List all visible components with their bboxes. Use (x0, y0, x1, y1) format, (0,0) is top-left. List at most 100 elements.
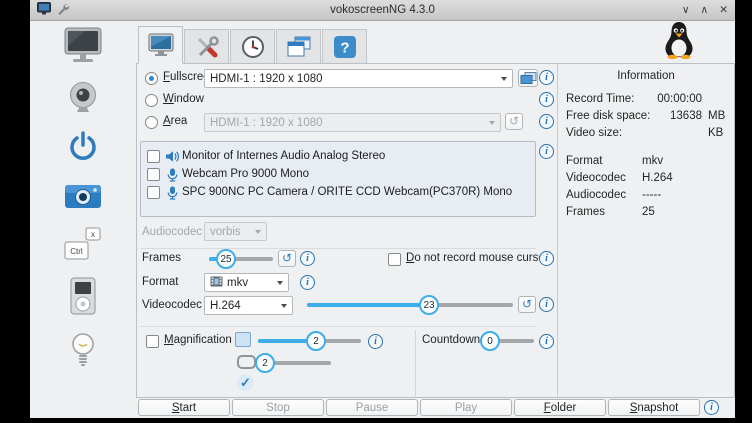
titlebar-icons (37, 2, 69, 18)
magnification-shape-value: 2 (262, 358, 268, 369)
mouse-cursor-checkbox[interactable] (388, 253, 401, 266)
minimize-button[interactable]: ∨ (682, 4, 690, 16)
info-frames-label: Frames (566, 206, 642, 218)
audio-info-icon[interactable]: i (539, 144, 554, 159)
chevron-down-icon (277, 281, 283, 285)
folder-button[interactable]: Folder (514, 399, 606, 416)
countdown-slider[interactable]: 0 (480, 331, 534, 351)
close-button[interactable]: ✕ (719, 4, 728, 16)
magnification-shape-handle[interactable]: 2 (255, 353, 275, 373)
audio-device-checkbox[interactable] (147, 186, 160, 199)
tab-timer[interactable] (230, 29, 275, 63)
tab-tools[interactable] (184, 29, 229, 63)
svg-text:Ctrl: Ctrl (70, 247, 83, 256)
info-videocodec-label: Videocodec (566, 172, 642, 184)
info-audiocodec-label: Audiocodec (566, 189, 642, 201)
chevron-down-icon (489, 121, 495, 125)
stop-button: Stop (232, 399, 324, 416)
microphone-icon (167, 186, 178, 203)
format-value: mkv (227, 277, 248, 289)
quality-reset-button[interactable]: ↺ (518, 296, 536, 313)
format-label: Format (142, 276, 178, 288)
area-info-icon[interactable]: i (539, 114, 554, 129)
fullscreen-value: HDMI-1 : 1920 x 1080 (210, 73, 323, 85)
format-select[interactable]: mkv (204, 273, 289, 292)
chevron-down-icon (281, 304, 287, 308)
svg-text:?: ? (340, 39, 349, 56)
audiocodec-value: vorbis (210, 226, 241, 238)
lightbulb-icon (68, 331, 98, 372)
tab-bar: ? (136, 21, 735, 63)
audio-device-label: Monitor of Internes Audio Analog Stereo (182, 150, 385, 162)
screen-tab-pane: Fullscreen HDMI-1 : 1920 x 1080 i Window… (136, 63, 735, 398)
quality-slider-handle[interactable]: 23 (419, 295, 439, 315)
audio-device-checkbox[interactable] (147, 150, 160, 163)
fullscreen-radio[interactable] (145, 72, 158, 85)
separator (140, 326, 536, 327)
wrench-icon (56, 2, 69, 18)
frames-slider[interactable]: 25 (209, 249, 273, 269)
svg-text:x: x (91, 230, 95, 239)
magnification-size-handle[interactable]: 2 (306, 331, 326, 351)
magnification-info-icon[interactable]: i (368, 334, 383, 349)
video-size-value (654, 127, 702, 139)
videocodec-select[interactable]: H.264 (204, 296, 293, 315)
frames-reset-button[interactable]: ↺ (278, 250, 296, 267)
video-size-label: Video size: (566, 127, 654, 139)
separator (140, 248, 536, 249)
info-format-label: Format (566, 155, 642, 167)
info-audiocodec-value: ----- (642, 189, 661, 201)
window-radio[interactable] (145, 94, 158, 107)
format-info-icon[interactable]: i (300, 275, 315, 290)
frames-slider-handle[interactable]: 25 (216, 249, 236, 269)
area-value: HDMI-1 : 1920 x 1080 (210, 117, 323, 129)
videocodec-value: H.264 (210, 300, 241, 312)
quality-slider[interactable]: 23 (307, 295, 513, 315)
sidebar-banner: x Ctrl (30, 21, 136, 418)
frames-info-icon[interactable]: i (300, 251, 315, 266)
audiocodec-select: vorbis (204, 222, 267, 241)
audio-device-label: SPC 900NC PC Camera / ORITE CCD Webcam(P… (182, 186, 512, 198)
magnification-shape-slider[interactable]: 2 (258, 353, 331, 373)
audiocodec-label: Audiocodec (142, 226, 202, 238)
magnification-checkbox[interactable] (146, 335, 159, 348)
area-reset-button: ↺ (505, 113, 523, 130)
titlebar: vokoscreenNG 4.3.0 ∨ ∧ ✕ (30, 0, 735, 21)
snapshot-button[interactable]: Snapshot (608, 399, 700, 416)
fullscreen-info-icon[interactable]: i (539, 70, 554, 85)
area-radio[interactable] (145, 116, 158, 129)
multi-screen-button[interactable] (518, 69, 538, 87)
countdown-slider-handle[interactable]: 0 (480, 331, 500, 351)
window-info-icon[interactable]: i (539, 92, 554, 107)
maximize-button[interactable]: ∧ (701, 4, 709, 16)
start-button[interactable]: Start (138, 399, 230, 416)
tab-window[interactable] (276, 29, 321, 63)
slider-fill (307, 303, 429, 307)
quality-value: 23 (423, 300, 434, 311)
footer-info-icon[interactable]: i (704, 400, 719, 415)
frames-value: 25 (220, 254, 231, 265)
countdown-value: 0 (487, 336, 493, 347)
countdown-info-icon[interactable]: i (539, 334, 554, 349)
fullscreen-select[interactable]: HDMI-1 : 1920 x 1080 (204, 69, 513, 88)
quality-info-icon[interactable]: i (539, 297, 554, 312)
power-icon (65, 129, 101, 168)
tab-screen[interactable] (138, 26, 183, 64)
magnification-size-slider[interactable]: 2 (258, 331, 361, 351)
mouse-cursor-info-icon[interactable]: i (539, 251, 554, 266)
app-window: vokoscreenNG 4.3.0 ∨ ∧ ✕ x Ctrl (30, 0, 735, 418)
audio-device-label: Webcam Pro 9000 Mono (182, 168, 309, 180)
audio-device-checkbox[interactable] (147, 168, 160, 181)
check-icon: ✓ (237, 374, 254, 391)
mouse-cursor-label: Do not record mouse cursor (406, 252, 549, 264)
tab-help[interactable]: ? (322, 29, 367, 63)
hotkey-icon: x Ctrl (63, 227, 103, 264)
area-label: Area (163, 115, 187, 127)
frames-label: Frames (142, 252, 181, 264)
record-time-value: 00:00:00 (654, 93, 702, 105)
area-select: HDMI-1 : 1920 x 1080 (204, 113, 501, 132)
media-player-icon (68, 276, 98, 319)
footer-bar: Start Stop Pause Play Folder Snapshot i (136, 398, 735, 418)
disk-space-label: Free disk space: (566, 110, 654, 122)
countdown-label: Countdown (422, 334, 480, 346)
